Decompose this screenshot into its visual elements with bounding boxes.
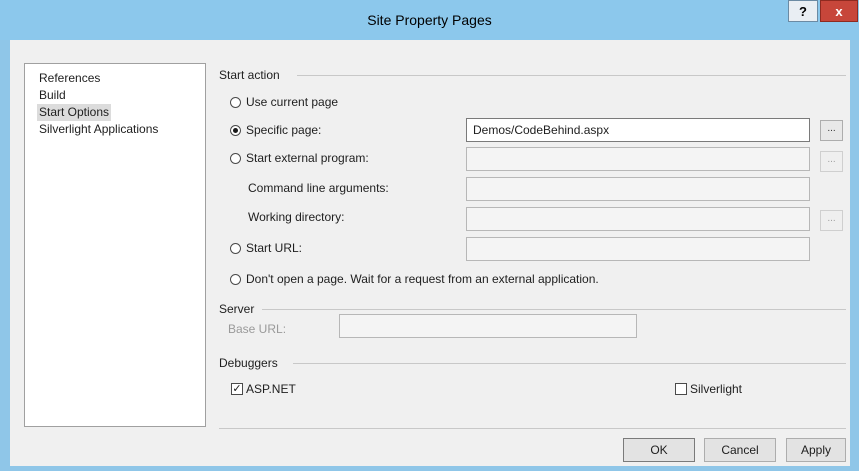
ok-button[interactable]: OK (623, 438, 695, 462)
working-directory-label: Working directory: (248, 210, 345, 224)
start-url-option[interactable]: Start URL: (230, 240, 302, 256)
command-line-arguments-input[interactable] (466, 177, 810, 201)
use-current-page-radio[interactable] (230, 96, 241, 108)
help-button[interactable]: ? (788, 0, 818, 22)
specific-page-label: Specific page: (246, 123, 322, 137)
apply-button[interactable]: Apply (786, 438, 846, 462)
aspnet-debugger-option[interactable]: ✓ ASP.NET (231, 381, 296, 397)
start-action-group-title: Start action (219, 68, 280, 82)
start-url-input[interactable] (466, 237, 810, 261)
server-divider (262, 309, 846, 310)
nav-item-start-options[interactable]: Start Options (37, 104, 112, 121)
dont-open-page-radio[interactable] (230, 273, 241, 285)
start-external-program-label: Start external program: (246, 151, 369, 165)
working-directory-input[interactable] (466, 207, 810, 231)
base-url-input[interactable] (339, 314, 637, 338)
nav-item-references[interactable]: References (37, 70, 102, 87)
debuggers-divider (293, 363, 846, 364)
server-group-title: Server (219, 302, 255, 316)
debuggers-group-title: Debuggers (219, 356, 278, 370)
silverlight-checkbox[interactable] (675, 383, 687, 395)
dont-open-page-label: Don't open a page. Wait for a request fr… (246, 272, 599, 286)
external-program-input[interactable] (466, 147, 810, 171)
title-bar: Site Property Pages ? x (0, 0, 859, 40)
use-current-page-option[interactable]: Use current page (230, 94, 338, 110)
close-button[interactable]: x (820, 0, 858, 22)
base-url-label: Base URL: (228, 322, 287, 336)
start-action-divider (297, 75, 846, 76)
start-url-radio[interactable] (230, 242, 241, 254)
specific-page-option[interactable]: Specific page: (230, 122, 321, 138)
specific-page-browse-button[interactable]: ... (820, 120, 843, 141)
aspnet-label: ASP.NET (246, 382, 296, 396)
external-program-browse-button[interactable]: ... (820, 151, 843, 172)
specific-page-radio[interactable] (230, 124, 241, 136)
nav-item-silverlight-applications[interactable]: Silverlight Applications (37, 121, 160, 138)
start-url-label: Start URL: (246, 241, 303, 255)
command-line-arguments-label: Command line arguments: (248, 181, 389, 195)
dont-open-page-option[interactable]: Don't open a page. Wait for a request fr… (230, 271, 599, 287)
silverlight-label: Silverlight (690, 382, 743, 396)
dialog-body: References Build Start Options Silverlig… (10, 40, 850, 466)
cancel-button[interactable]: Cancel (704, 438, 776, 462)
start-external-program-radio[interactable] (230, 152, 241, 164)
footer-divider (219, 428, 846, 429)
silverlight-debugger-option[interactable]: Silverlight (675, 381, 742, 397)
start-external-program-option[interactable]: Start external program: (230, 150, 369, 166)
specific-page-input[interactable]: Demos/CodeBehind.aspx (466, 118, 810, 142)
nav-list: References Build Start Options Silverlig… (24, 63, 206, 427)
nav-item-build[interactable]: Build (37, 87, 68, 104)
working-directory-browse-button[interactable]: ... (820, 210, 843, 231)
use-current-page-label: Use current page (246, 95, 339, 109)
window-title: Site Property Pages (367, 12, 492, 28)
aspnet-checkbox[interactable]: ✓ (231, 383, 243, 395)
